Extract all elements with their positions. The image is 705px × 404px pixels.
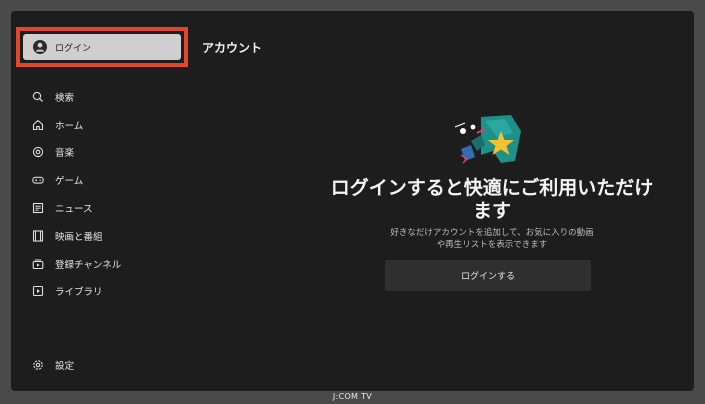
- sidebar-item-home[interactable]: ホーム: [31, 111, 181, 139]
- login-headline: ログインすると快適にご利用いただけ ます: [330, 177, 654, 222]
- sidebar-item-label: ライブラリ: [55, 287, 103, 299]
- focus-highlight: ログイン: [16, 27, 188, 67]
- login-button-label: ログイン: [55, 43, 92, 54]
- search-icon: [31, 90, 45, 104]
- sidebar-item-label: 登録チャンネル: [55, 259, 122, 271]
- login-illustration: [441, 111, 531, 169]
- gamepad-icon: [31, 173, 45, 187]
- news-icon: [31, 201, 45, 215]
- login-description: 好きなだけアカウントを追加して、お気に入りの動画 や再生リストを表示できます: [390, 228, 594, 250]
- page-title: アカウント: [202, 41, 263, 55]
- sidebar-item-music[interactable]: 音楽: [31, 139, 181, 167]
- sidebar-item-settings[interactable]: 設定: [31, 358, 74, 372]
- music-icon: [31, 145, 45, 159]
- sign-in-button[interactable]: ログインする: [385, 260, 591, 291]
- sidebar-item-label: 映画と番組: [55, 231, 103, 243]
- sidebar-item-search[interactable]: 検索: [31, 83, 181, 111]
- gear-icon: [31, 358, 45, 372]
- sidebar-item-label: ゲーム: [55, 176, 84, 188]
- avatar-icon: [33, 40, 47, 54]
- device-brand-label: J:COM TV: [332, 392, 373, 401]
- sidebar-item-library[interactable]: ライブラリ: [31, 278, 181, 306]
- sidebar-nav: 検索 ホーム 音楽 ゲーム ニュース 映画と番組 登録チャンネル ライブラリ: [31, 83, 181, 305]
- login-button[interactable]: ログイン: [23, 34, 181, 60]
- sidebar-item-games[interactable]: ゲーム: [31, 166, 181, 194]
- sidebar-item-label: ニュース: [55, 204, 93, 216]
- sidebar-item-news[interactable]: ニュース: [31, 194, 181, 222]
- sidebar-item-label: 音楽: [55, 148, 75, 160]
- sidebar-item-label: ホーム: [55, 120, 84, 132]
- sidebar-item-movies[interactable]: 映画と番組: [31, 222, 181, 250]
- film-icon: [31, 229, 45, 243]
- home-icon: [31, 118, 45, 132]
- sidebar-item-label: 検索: [55, 92, 75, 104]
- subscriptions-icon: [31, 257, 45, 271]
- tv-screen: ログイン アカウント 検索 ホーム 音楽 ゲーム ニュース 映画と番組 登録チャ…: [11, 11, 694, 391]
- library-icon: [31, 284, 45, 298]
- sidebar-item-subscriptions[interactable]: 登録チャンネル: [31, 250, 181, 278]
- sidebar-item-label: 設定: [55, 361, 75, 372]
